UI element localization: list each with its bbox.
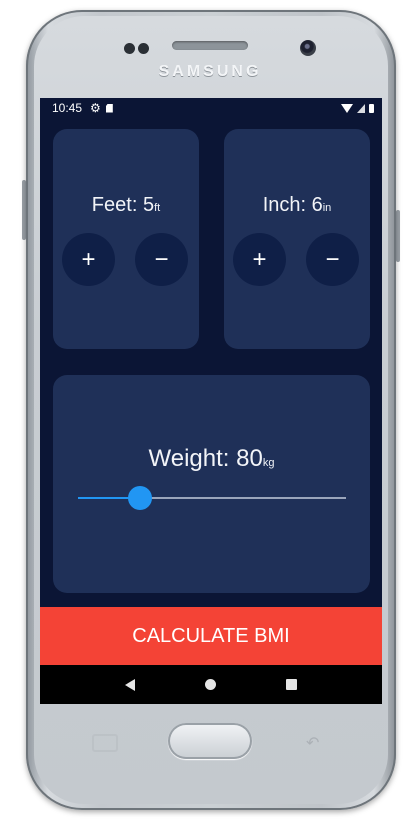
wifi-icon bbox=[341, 103, 353, 113]
sd-card-icon bbox=[105, 103, 113, 113]
brand-logo: SAMSUNG bbox=[158, 63, 262, 80]
weight-value: 80 bbox=[236, 445, 263, 472]
battery-icon bbox=[369, 103, 374, 113]
feet-increment-button[interactable]: + bbox=[62, 233, 115, 286]
back-icon[interactable] bbox=[125, 678, 135, 691]
hardware-back-icon: ↶ bbox=[306, 735, 320, 752]
plus-icon: + bbox=[81, 245, 96, 273]
front-camera bbox=[300, 40, 316, 56]
signal-icon bbox=[357, 103, 365, 113]
feet-card: Feet: 5ft + − bbox=[53, 129, 199, 349]
minus-icon: − bbox=[154, 245, 169, 273]
feet-display: Feet: 5ft bbox=[53, 194, 199, 217]
minus-icon: − bbox=[325, 245, 340, 273]
inch-unit: in bbox=[322, 202, 332, 214]
weight-display: Weight: 80kg bbox=[53, 445, 370, 473]
inch-card: Inch: 6in + − bbox=[224, 129, 370, 349]
app-screen: 10:45 ⚙ Feet: 5ft + − Inch: 6in + − Weig… bbox=[40, 98, 382, 704]
weight-unit: kg bbox=[262, 457, 275, 469]
weight-label: Weight: bbox=[148, 445, 237, 472]
weight-slider[interactable] bbox=[78, 486, 346, 510]
feet-unit: ft bbox=[154, 202, 161, 214]
feet-label: Feet: bbox=[91, 194, 143, 216]
hardware-recent-key bbox=[92, 734, 118, 752]
calculate-bmi-button[interactable]: CALCULATE BMI bbox=[40, 607, 382, 665]
hardware-home-button bbox=[168, 723, 252, 759]
earpiece-speaker bbox=[172, 41, 248, 50]
sensor-dots bbox=[124, 41, 152, 59]
weight-card: Weight: 80kg bbox=[53, 375, 370, 593]
feet-decrement-button[interactable]: − bbox=[135, 233, 188, 286]
weight-slider-thumb[interactable] bbox=[127, 486, 152, 510]
home-icon[interactable] bbox=[205, 679, 216, 690]
feet-value: 5 bbox=[142, 194, 155, 216]
inch-display: Inch: 6in bbox=[224, 194, 370, 217]
status-time: 10:45 bbox=[52, 101, 83, 115]
gear-icon: ⚙ bbox=[90, 101, 101, 115]
power-button bbox=[396, 210, 400, 262]
recent-apps-icon[interactable] bbox=[286, 679, 297, 690]
inch-value: 6 bbox=[311, 194, 323, 216]
status-bar: 10:45 ⚙ bbox=[40, 98, 382, 118]
inch-decrement-button[interactable]: − bbox=[306, 233, 359, 286]
plus-icon: + bbox=[252, 245, 267, 273]
navigation-bar bbox=[40, 665, 382, 704]
inch-increment-button[interactable]: + bbox=[233, 233, 286, 286]
inch-label: Inch: bbox=[262, 194, 312, 216]
